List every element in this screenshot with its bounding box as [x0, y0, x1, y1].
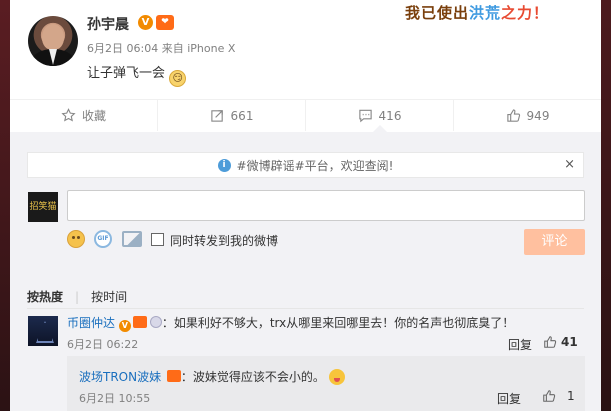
star-icon — [61, 108, 76, 122]
sub-reply-box: 波场TRON波妹 ：波妹觉得应该不会小的。 6月2日 10:55 回复 1 — [67, 356, 585, 411]
banner-text-start: 我已使出 — [405, 4, 470, 22]
comment-button[interactable]: 416 — [306, 100, 454, 132]
post-text: 让子弹飞一会 — [87, 66, 166, 81]
repost-icon — [210, 110, 223, 122]
action-bar: 收藏 661 416 949 — [10, 99, 601, 132]
close-icon[interactable]: × — [564, 157, 575, 172]
sort-by-time-tab[interactable]: 按时间 — [91, 290, 127, 304]
sub-reply-text: ：波妹觉得应该不会小的。 — [180, 370, 325, 384]
comment-sort-tabs: 按热度 | 按时间 — [27, 288, 139, 305]
like-button[interactable]: 949 — [454, 100, 601, 131]
submit-comment-button[interactable]: 评论 — [524, 229, 585, 255]
thumbs-up-icon[interactable] — [543, 335, 557, 349]
sub-reply-timestamp: 6月2日 10:55 — [79, 392, 151, 405]
like-icon — [506, 109, 520, 122]
repost-count: 661 — [230, 108, 254, 123]
medal-icon — [149, 316, 162, 328]
sub-reply-reply-button[interactable]: 回复 — [497, 390, 521, 407]
info-icon: i — [217, 158, 231, 172]
comment-line: 币圈仲达 V ：如果利好不够大，trx从哪里来回哪里去！你的名声也彻底臭了！ — [67, 314, 514, 332]
post-meta: 6月2日 06:04 来自 iPhone X — [87, 40, 235, 56]
sort-by-hot-tab[interactable]: 按热度 — [27, 290, 63, 304]
image-upload-icon[interactable] — [122, 231, 142, 247]
sub-reply-author[interactable]: 波场TRON波妹 — [79, 370, 161, 384]
favorite-button[interactable]: 收藏 — [10, 100, 158, 131]
repost-checkbox-label[interactable]: 同时转发到我的微博 — [170, 232, 278, 249]
notice-text[interactable]: #微博辟谣#平台，欢迎查阅! — [237, 157, 394, 174]
post-timestamp[interactable]: 6月2日 06:04 — [87, 42, 158, 55]
comment-reply-button[interactable]: 回复 — [508, 336, 532, 353]
verified-icon[interactable]: V — [138, 15, 153, 30]
divider — [27, 308, 584, 309]
author-avatar[interactable] — [28, 16, 78, 66]
commenter-avatar[interactable] — [28, 316, 58, 346]
member-level-icon[interactable]: ❤ — [156, 15, 174, 30]
post-source[interactable]: iPhone X — [187, 42, 235, 55]
my-avatar[interactable]: 招笑猫 — [28, 192, 58, 222]
page-background-right — [601, 0, 611, 411]
weibo-post-card: 孙宇晨 V ❤ 我已使出洪荒之力！ 6月2日 06:04 来自 iPhone X… — [10, 0, 601, 411]
repost-button[interactable]: 661 — [158, 100, 306, 131]
post-source-prefix: 来自 — [161, 42, 184, 55]
rumor-notice[interactable]: i #微博辟谣#平台，欢迎查阅! × — [27, 152, 584, 178]
thumbs-up-icon[interactable] — [542, 389, 556, 403]
author-name[interactable]: 孙宇晨 — [87, 14, 129, 34]
comment-count: 416 — [378, 108, 402, 123]
comment-like-count: 41 — [561, 335, 578, 349]
emoji-picker-icon[interactable] — [67, 230, 85, 248]
comment-input[interactable] — [67, 190, 585, 221]
comment-icon — [358, 109, 372, 123]
banner-text-end: 之力！ — [501, 4, 550, 22]
banner-text-highlight: 洪荒 — [469, 4, 502, 22]
repost-checkbox[interactable] — [151, 233, 164, 246]
favorite-label: 收藏 — [81, 109, 106, 123]
sort-separator: | — [75, 290, 80, 304]
sub-reply-like-count: 1 — [567, 389, 575, 403]
gif-picker-icon[interactable]: GIF — [94, 230, 112, 248]
smirk-emoji-icon: 😏 — [169, 70, 187, 87]
like-count: 949 — [526, 108, 550, 123]
comment-text: ：如果利好不够大，trx从哪里来回哪里去！你的名声也彻底臭了！ — [161, 316, 515, 330]
commenter-name[interactable]: 币圈仲达 — [67, 316, 115, 330]
comment-section: i #微博辟谣#平台，欢迎查阅! × 招笑猫 GIF 同时转发到我的微博 评论 … — [10, 132, 601, 411]
comment-timestamp: 6月2日 06:22 — [67, 338, 139, 351]
member-level-icon — [166, 370, 181, 382]
promo-banner: 我已使出洪荒之力！ — [405, 2, 585, 22]
sub-reply-line: 波场TRON波妹 ：波妹觉得应该不会小的。 — [79, 368, 345, 385]
member-level-icon — [132, 316, 147, 328]
verified-icon: V — [118, 320, 131, 332]
page-background-left — [0, 0, 10, 411]
post-body: 让子弹飞一会 😏 — [87, 62, 187, 87]
avatar-face — [42, 24, 64, 50]
tongue-emoji-icon — [328, 369, 345, 385]
